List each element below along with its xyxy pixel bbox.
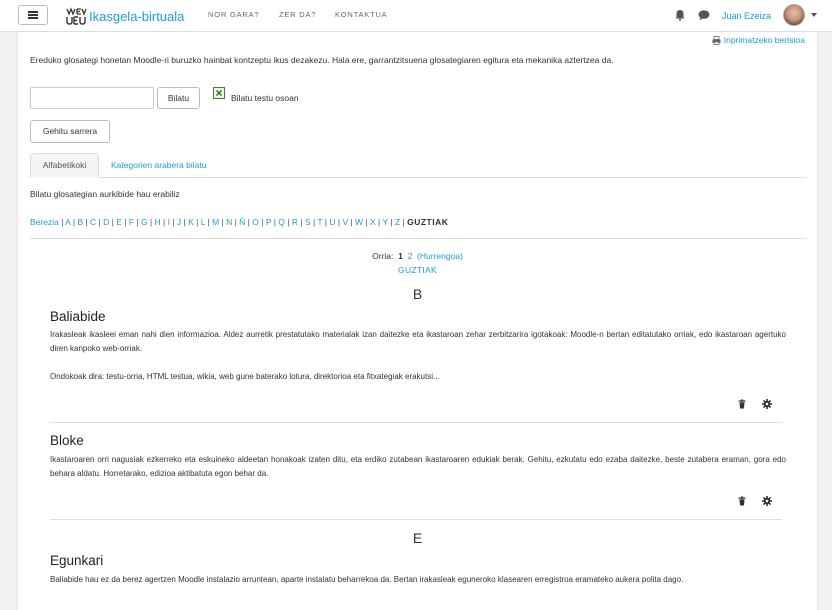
messages-chat-icon[interactable] (698, 10, 710, 21)
alpha-separator: | (348, 217, 356, 227)
site-logo[interactable] (65, 5, 87, 27)
alpha-separator: | (388, 217, 395, 227)
search-input[interactable] (30, 87, 154, 109)
alpha-separator: | (121, 217, 129, 227)
alpha-separator: | (134, 217, 141, 227)
checkbox-x-icon (215, 89, 223, 97)
alpha-separator: | (284, 217, 292, 227)
pager-all-link[interactable]: GUZTIAK (18, 265, 817, 275)
printer-link-label: Inprimatzeko bertsioa (723, 35, 805, 45)
alpha-link-w[interactable]: W (355, 217, 363, 227)
alpha-link-o[interactable]: O (252, 217, 259, 227)
alpha-separator: | (297, 217, 305, 227)
pager-current-page: 1 (398, 251, 403, 261)
nav-item-nor-gara[interactable]: NOR GARA? (208, 10, 259, 19)
tab-alphabetical[interactable]: Alfabetikoki (30, 153, 99, 178)
entry-title: Bloke (50, 433, 84, 448)
entry-text: Ondokoak dira: testu-orria, HTML testua,… (50, 372, 440, 381)
tabs-divider (30, 177, 806, 178)
notifications-bell-icon[interactable] (674, 9, 686, 21)
alpha-separator: | (160, 217, 168, 227)
alpha-link-special[interactable]: Berezia (30, 217, 59, 227)
alpha-link-g[interactable]: G (141, 217, 148, 227)
alpha-separator: | (363, 217, 371, 227)
pagination: Orria: 1 2 (Hurrengoa) (18, 251, 817, 261)
pager-next-link[interactable]: (Hurrengoa) (417, 251, 463, 261)
fulltext-label: Bilatu testu osoan (231, 93, 299, 103)
pager-label: Orria: (372, 251, 394, 261)
alpha-separator: | (193, 217, 201, 227)
edit-gear-icon[interactable] (762, 496, 772, 506)
browse-label: Bilatu glosategian aurkibide hau erabili… (30, 189, 180, 199)
alphabet-divider (30, 238, 806, 239)
printer-friendly-link[interactable]: Inprimatzeko bertsioa (712, 35, 805, 45)
entry-title: Egunkari (50, 553, 104, 568)
entry-text: Ikastaroaren orri nagusiak ezkerreko eta… (50, 455, 786, 478)
site-brand-link[interactable]: Ikasgela-birtuala (89, 9, 184, 24)
delete-trash-icon[interactable] (737, 399, 747, 409)
alpha-separator: | (83, 217, 91, 227)
alpha-separator: | (147, 217, 155, 227)
main-content: Inprimatzeko bertsioa Ereduko glosategi … (17, 32, 818, 610)
hamburger-icon (28, 11, 38, 19)
fulltext-checkbox[interactable] (213, 87, 225, 99)
tab-by-category[interactable]: Kategorien arabera bilatu (111, 160, 206, 170)
glossary-intro: Ereduko glosategi honetan Moodle-ri buru… (30, 55, 614, 65)
pager-page-2[interactable]: 2 (408, 251, 413, 261)
menu-toggle-button[interactable] (18, 5, 48, 25)
add-entry-button[interactable]: Gehitu sarrera (30, 120, 110, 143)
edit-gear-icon[interactable] (762, 399, 772, 409)
alpha-separator: | (169, 217, 177, 227)
top-navbar: Ikasgela-birtuala NOR GARA? ZER DA? KONT… (0, 0, 832, 32)
entry-text: Baliabide hau ez da berez agertzen Moodl… (50, 575, 684, 584)
alpha-separator: | (258, 217, 266, 227)
delete-trash-icon[interactable] (737, 496, 747, 506)
alphabet-index: Berezia | A | B | C | D | E | F | G | H … (30, 217, 448, 227)
user-menu-name[interactable]: Juan Ezeiza (722, 11, 771, 21)
entry-divider (50, 519, 782, 520)
alpha-link-q[interactable]: Q (278, 217, 285, 227)
nav-item-zer-da[interactable]: ZER DA? (279, 10, 316, 19)
entry-divider (50, 422, 782, 423)
letter-heading: B (412, 286, 423, 302)
nav-item-kontaktua[interactable]: KONTAKTUA (335, 10, 387, 19)
printer-icon (712, 35, 721, 45)
search-button[interactable]: Bilatu (157, 87, 200, 109)
alpha-all-current: GUZTIAK (407, 217, 449, 227)
letter-heading: E (412, 530, 423, 546)
entry-title: Baliabide (50, 309, 106, 324)
user-avatar[interactable] (783, 4, 805, 26)
chevron-down-icon[interactable] (811, 13, 817, 17)
entry-text: Irakasleak ikasleei eman nahi dien infor… (50, 330, 786, 353)
